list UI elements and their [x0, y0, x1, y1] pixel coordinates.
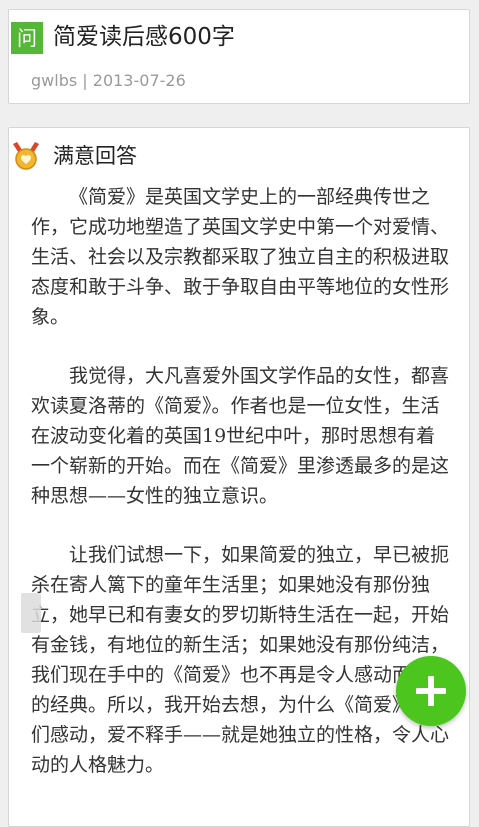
scroll-handle[interactable]: [21, 593, 41, 633]
answer-paragraph: 我觉得，大凡喜爱外国文学作品的女性，都喜欢读夏洛蒂的《简爱》。作者也是一位女性，…: [31, 365, 450, 507]
question-title: 简爱读后感600字: [53, 24, 235, 50]
meta-separator: |: [82, 71, 88, 90]
answer-body: 《简爱》是英国文学史上的一部经典传世之作，它成功地塑造了英国文学史中第一个对爱情…: [31, 182, 451, 809]
question-badge: 问: [11, 22, 43, 54]
question-card: 问 简爱读后感600字 gwlbs | 2013-07-26: [8, 9, 470, 104]
answer-paragraph: 让我们试想一下，如果简爱的独立，早已被扼杀在寄人篱下的童年生活里；如果她没有那份…: [31, 544, 450, 776]
medal-icon: [11, 140, 41, 170]
question-meta: gwlbs | 2013-07-26: [31, 71, 186, 90]
question-date: 2013-07-26: [92, 71, 186, 90]
answer-card: 满意回答 《简爱》是英国文学史上的一部经典传世之作，它成功地塑造了英国文学史中第…: [8, 127, 470, 827]
answer-heading: 满意回答: [53, 144, 137, 168]
add-button[interactable]: [396, 656, 466, 726]
answer-paragraph: 《简爱》是英国文学史上的一部经典传世之作，它成功地塑造了英国文学史中第一个对爱情…: [31, 186, 450, 328]
question-author[interactable]: gwlbs: [31, 71, 77, 90]
